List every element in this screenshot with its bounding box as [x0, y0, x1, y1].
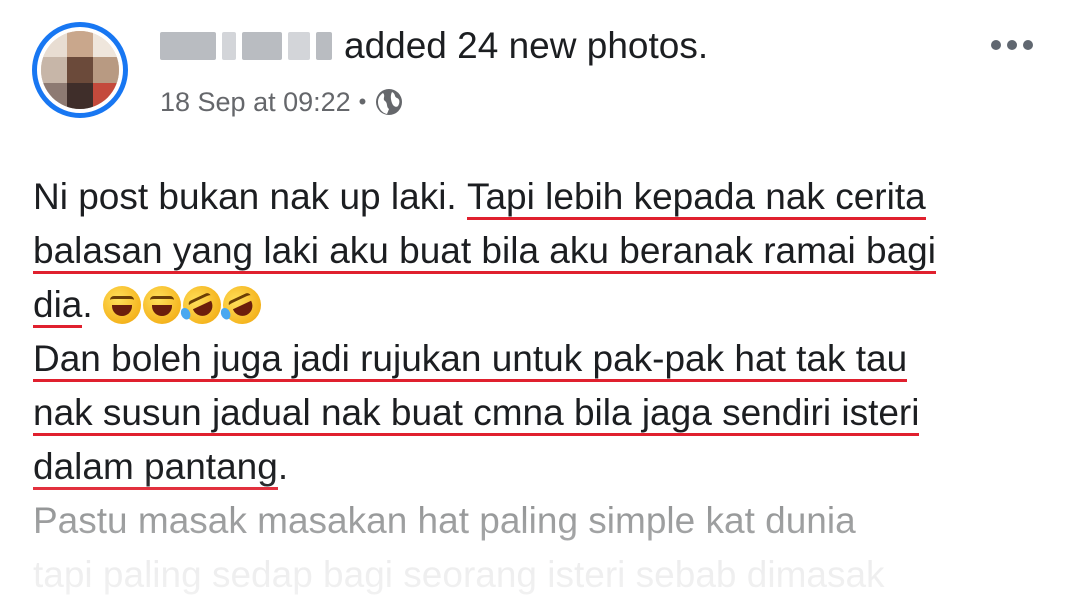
avatar-image	[41, 31, 119, 109]
post-header: added 24 new photos. 18 Sep at 09:22 •	[0, 0, 1080, 140]
body-text: Pastu masak masakan hat paling simple ka…	[33, 500, 856, 541]
body-line: nak susun jadual nak buat cmna bila jaga…	[33, 386, 1063, 440]
grinning-squinting-face-icon	[142, 286, 181, 324]
post-action-text: added 24 new photos.	[344, 25, 709, 66]
meta-separator: •	[358, 89, 367, 114]
grinning-squinting-face-icon	[102, 286, 141, 324]
more-options-button[interactable]	[982, 28, 1042, 62]
underlined-text: balasan yang laki aku buat bila aku bera…	[33, 224, 936, 278]
blurred-author-name[interactable]	[160, 32, 332, 60]
rolling-on-floor-laughing-icon	[176, 279, 228, 331]
body-line: Dan boleh juga jadi rujukan untuk pak-pa…	[33, 332, 1063, 386]
body-line: dalam pantang.	[33, 440, 1063, 494]
author-avatar[interactable]	[32, 22, 128, 118]
more-dot	[1023, 40, 1033, 50]
body-line-faded: tapi paling sedap bagi seorang isteri se…	[33, 548, 1063, 602]
more-dot	[1007, 40, 1017, 50]
post-body: Ni post bukan nak up laki. Tapi lebih ke…	[33, 170, 1063, 602]
author-line: added 24 new photos.	[160, 24, 708, 68]
globe-icon[interactable]	[374, 87, 404, 117]
rolling-on-floor-laughing-icon	[216, 279, 268, 331]
post-timestamp[interactable]: 18 Sep at 09:22	[160, 87, 351, 118]
underlined-text: dalam pantang	[33, 440, 278, 494]
underlined-text: Dan boleh juga jadi rujukan untuk pak-pa…	[33, 332, 908, 386]
body-text: tapi paling sedap bagi seorang isteri se…	[33, 554, 885, 595]
body-text: .	[277, 446, 289, 487]
post-meta: 18 Sep at 09:22 •	[160, 82, 404, 122]
body-text: .	[82, 284, 103, 325]
more-horizontal-icon	[991, 40, 1001, 50]
body-line: Ni post bukan nak up laki. Tapi lebih ke…	[33, 170, 1063, 224]
underlined-text: dia	[33, 278, 83, 332]
underlined-text: nak susun jadual nak buat cmna bila jaga…	[33, 386, 920, 440]
body-line: dia.	[33, 278, 1063, 332]
body-line: balasan yang laki aku buat bila aku bera…	[33, 224, 1063, 278]
underlined-text: Tapi lebih kepada nak cerita	[466, 170, 926, 224]
body-text: Ni post bukan nak up laki.	[33, 176, 467, 217]
body-line-faded: Pastu masak masakan hat paling simple ka…	[33, 494, 1063, 548]
